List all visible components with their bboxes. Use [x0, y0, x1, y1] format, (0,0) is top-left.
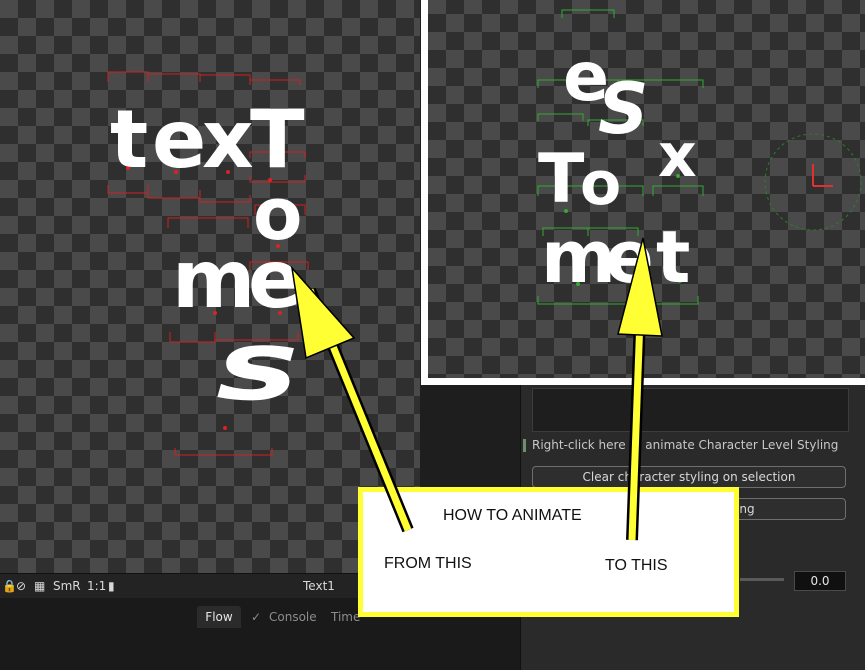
- annotation-arrows: [290, 237, 663, 541]
- arrow-from-this: [290, 265, 414, 533]
- arrow-to-this: [617, 237, 663, 541]
